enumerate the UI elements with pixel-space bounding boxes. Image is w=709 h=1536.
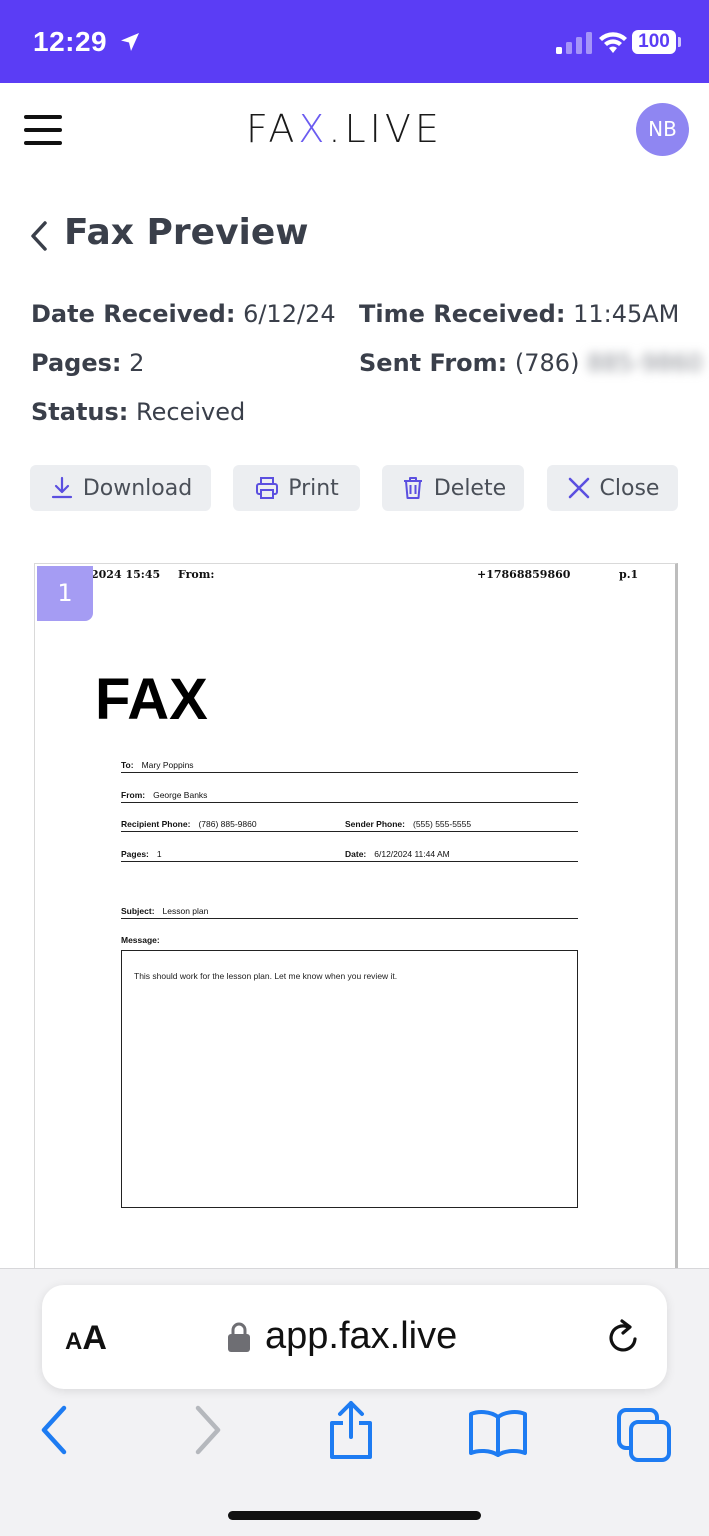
fax-header-page: p.1: [619, 568, 639, 581]
cellular-signal-icon: [556, 32, 592, 54]
reload-icon[interactable]: [605, 1317, 643, 1357]
text-size-small: A: [65, 1328, 83, 1355]
fax-message-label: Message:: [121, 935, 168, 945]
print-label: Print: [288, 475, 339, 501]
fax-subject-value: Lesson plan: [162, 906, 209, 916]
fax-to-value: Mary Poppins: [141, 760, 194, 770]
fax-rule: [121, 772, 578, 773]
pages-value: 2: [129, 349, 145, 377]
page-title: Fax Preview: [64, 212, 309, 253]
fax-from-value: George Banks: [153, 790, 208, 800]
fax-message-text: This should work for the lesson plan. Le…: [134, 971, 398, 981]
battery-cap: [678, 37, 681, 47]
back-chevron-icon[interactable]: [28, 220, 50, 252]
fax-recipient-phone-value: (786) 885-9860: [198, 819, 257, 829]
wifi-icon: [599, 32, 627, 53]
sent-from-label: Sent From:: [359, 349, 508, 377]
home-indicator: [228, 1511, 481, 1520]
print-button[interactable]: Print: [233, 465, 360, 511]
fax-header-from: From:: [178, 568, 215, 581]
status-label: Status:: [31, 398, 129, 426]
fax-header-datetime: 2024 15:45: [91, 568, 161, 581]
close-icon: [568, 477, 589, 499]
date-received-label: Date Received:: [31, 300, 236, 328]
fax-cover-title: FAX: [95, 667, 208, 732]
lock-icon: [228, 1322, 250, 1352]
fax-live-logo[interactable]: FAX.LIVE: [246, 107, 466, 151]
location-arrow-icon: [121, 33, 139, 51]
fax-date-label: Date:: [345, 849, 367, 859]
bookmarks-icon[interactable]: [468, 1409, 528, 1457]
browser-toolbar: AA app.fax.live: [0, 1268, 709, 1536]
tabs-icon[interactable]: [616, 1407, 672, 1463]
download-label: Download: [82, 475, 193, 501]
fax-from: From: George Banks: [121, 790, 207, 800]
download-icon: [51, 476, 72, 499]
fax-pages-label: Pages:: [121, 849, 149, 859]
menu-icon[interactable]: [24, 115, 62, 145]
status-time: 12:29: [33, 26, 108, 57]
logo-text-end: .LIVE: [328, 107, 443, 151]
pages-count: Pages: 2: [31, 349, 144, 377]
fax-rule: [121, 802, 578, 803]
close-button[interactable]: Close: [547, 465, 678, 511]
fax-message-label-text: Message:: [121, 935, 160, 945]
date-received-value: 6/12/24: [243, 300, 336, 328]
download-button[interactable]: Download: [30, 465, 211, 511]
logo-text-start: FA: [246, 107, 299, 151]
fax-rule: [121, 861, 578, 862]
fax-to: To: Mary Poppins: [121, 760, 194, 770]
close-label: Close: [599, 475, 660, 501]
status-bar: 12:29 100: [0, 0, 709, 83]
fax-header-number: +17868859860: [477, 568, 571, 581]
share-icon[interactable]: [326, 1399, 376, 1461]
fax-subject: Subject: Lesson plan: [121, 906, 208, 916]
fax-date-value: 6/12/2024 11:44 AM: [374, 849, 450, 859]
fax-sender-phone-label: Sender Phone:: [345, 819, 405, 829]
fax-rule: [121, 918, 578, 919]
pages-label: Pages:: [31, 349, 122, 377]
text-size-large: A: [82, 1319, 107, 1357]
fax-sender-phone-value: (555) 555-5555: [412, 819, 472, 829]
delete-label: Delete: [433, 475, 507, 501]
trash-icon: [403, 477, 422, 499]
fax-pages-value: 1: [156, 849, 162, 859]
url-text: app.fax.live: [265, 1315, 458, 1357]
fax-to-label: To:: [121, 760, 134, 770]
fax-subject-label: Subject:: [121, 906, 155, 916]
logo-text-x: X: [298, 107, 329, 151]
sent-from: Sent From: (786) 885-9860: [359, 349, 703, 377]
address-bar[interactable]: AA app.fax.live: [42, 1285, 667, 1389]
fax-date: Date: 6/12/2024 11:44 AM: [345, 849, 450, 859]
user-avatar[interactable]: NB: [636, 103, 689, 156]
page-number-badge: 1: [37, 566, 93, 621]
fax-pages: Pages: 1: [121, 849, 162, 859]
delete-button[interactable]: Delete: [382, 465, 524, 511]
printer-icon: [256, 477, 279, 499]
fax-sender-phone: Sender Phone: (555) 555-5555: [345, 819, 471, 829]
time-received: Time Received: 11:45AM: [359, 300, 679, 328]
status-value: Received: [136, 398, 246, 426]
fax-recipient-phone-label: Recipient Phone:: [121, 819, 191, 829]
fax-recipient-phone: Recipient Phone: (786) 885-9860: [121, 819, 257, 829]
text-size-button[interactable]: AA: [65, 1319, 107, 1358]
date-received: Date Received: 6/12/24: [31, 300, 336, 328]
fax-status: Status: Received: [31, 398, 245, 426]
back-icon[interactable]: [38, 1405, 70, 1455]
fax-rule: [121, 831, 578, 832]
battery-indicator: 100: [632, 30, 676, 54]
app-header: FAX.LIVE NB: [0, 83, 709, 183]
forward-icon[interactable]: [192, 1405, 224, 1455]
fax-page-preview[interactable]: 2024 15:45 From: +17868859860 p.1 1 FAX …: [34, 563, 678, 1283]
fax-message-box: This should work for the lesson plan. Le…: [121, 950, 578, 1208]
sent-from-value: (786): [514, 349, 580, 377]
fax-from-label: From:: [121, 790, 146, 800]
sent-from-redacted: 885-9860: [587, 349, 703, 377]
time-received-value: 11:45AM: [573, 300, 680, 328]
page-title-row: Fax Preview: [28, 208, 428, 264]
time-received-label: Time Received:: [359, 300, 566, 328]
